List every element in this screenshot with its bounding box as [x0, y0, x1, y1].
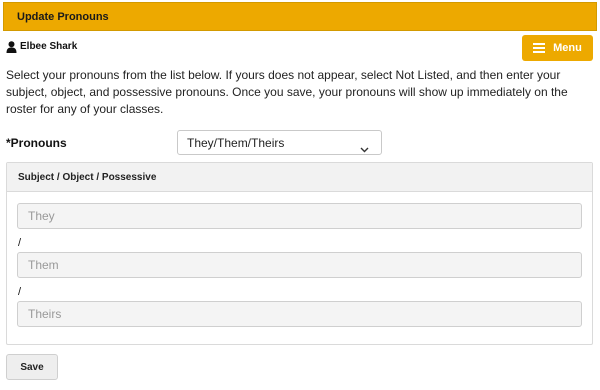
hamburger-icon — [533, 43, 546, 53]
panel-header: Subject / Object / Possessive — [7, 163, 592, 192]
pronouns-select-value: They/Them/Theirs — [187, 135, 285, 150]
pronouns-select[interactable]: They/Them/Theirs — [177, 130, 382, 155]
subject-pronoun-input[interactable] — [17, 203, 582, 229]
panel-heading: Subject / Object / Possessive — [18, 171, 157, 183]
instructions-text: Select your pronouns from the list below… — [6, 68, 568, 116]
pronouns-label: *Pronouns — [6, 136, 67, 150]
separator: / — [18, 286, 22, 298]
user-icon — [6, 40, 17, 53]
user-name: Elbee Shark — [20, 40, 78, 52]
object-pronoun-input[interactable] — [17, 252, 582, 278]
menu-button[interactable]: Menu — [522, 35, 593, 61]
page-title: Update Pronouns — [17, 10, 109, 23]
user-info: Elbee Shark — [6, 40, 78, 53]
save-button[interactable]: Save — [6, 354, 58, 380]
possessive-pronoun-input[interactable] — [17, 301, 582, 327]
menu-label: Menu — [553, 42, 582, 54]
chevron-down-icon — [360, 140, 369, 152]
page-header: Update Pronouns — [3, 2, 597, 31]
separator: / — [18, 237, 22, 249]
custom-pronouns-panel: Subject / Object / Possessive / / — [6, 162, 593, 345]
